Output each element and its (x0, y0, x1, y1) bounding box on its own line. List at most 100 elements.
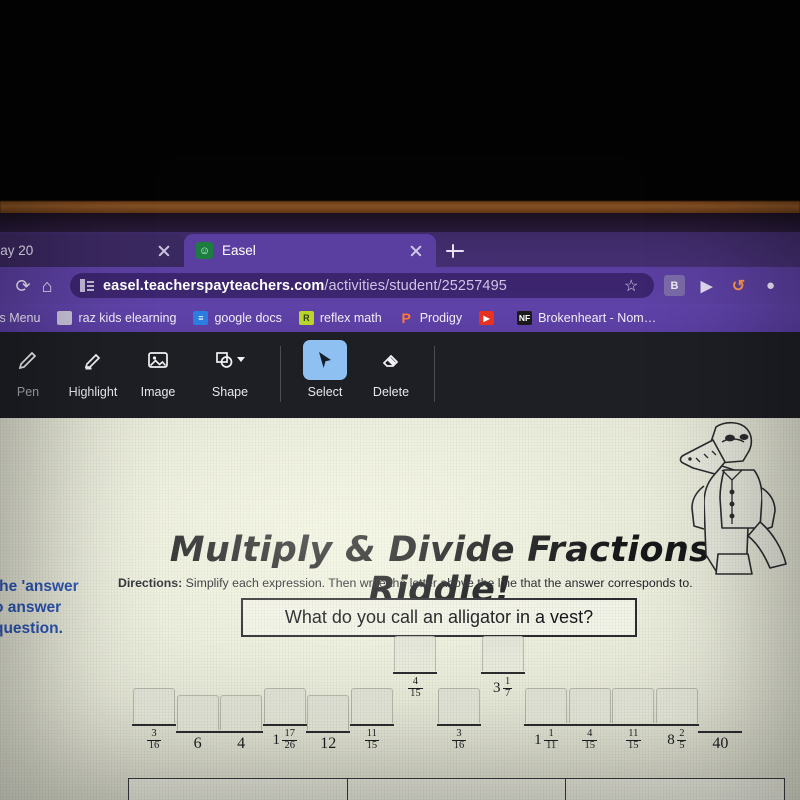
riddle-question-text: What do you call an alligator in a vest? (284, 607, 594, 627)
table-cell (566, 779, 784, 800)
answer-fraction: 17 26 (282, 728, 297, 752)
fraction-numerator: 1 (548, 728, 554, 740)
fraction-denominator: 15 (582, 740, 597, 752)
directions-text: Simplify each expression. Then write the… (185, 576, 693, 590)
tool-delete[interactable]: Delete (358, 340, 424, 408)
close-icon[interactable] (156, 243, 172, 259)
bookmarks-bar: ts Menu raz kids elearning ≡ google docs… (0, 304, 800, 332)
tool-shape[interactable]: Shape (197, 340, 263, 408)
answer-input-box[interactable] (263, 687, 306, 723)
tool-label: Delete (372, 385, 410, 399)
side-note-text: the 'answer o answer question. (0, 576, 114, 639)
answer-blank[interactable]: 12 (306, 694, 351, 753)
answer-blank[interactable]: 317 (480, 635, 525, 700)
answer-whole-number: 8 (667, 732, 675, 749)
answer-input-box[interactable] (481, 635, 524, 671)
bookmark-item-youtube[interactable]: ▶ (479, 311, 500, 325)
answer-input-box[interactable] (307, 694, 350, 730)
answer-value: 11 15 (626, 728, 641, 752)
answer-input-box[interactable] (568, 687, 611, 723)
answer-blank[interactable]: 3 16 (437, 687, 481, 752)
bookmark-item-prodigy[interactable]: P Prodigy (399, 310, 463, 326)
fraction-denominator: 5 (677, 740, 687, 752)
fraction-numerator: 4 (412, 676, 419, 688)
answer-blank[interactable]: 6 (175, 694, 220, 753)
bitmoji-extension-icon[interactable]: B (664, 275, 685, 296)
answer-line (219, 730, 264, 733)
tool-image[interactable]: Image (125, 340, 191, 408)
photo-of-laptop-screen: sday, May 20 ☺ Easel ⟳ ⌂ easel.teachersp… (0, 0, 800, 800)
browser-tab-active[interactable]: ☺ Easel (184, 234, 436, 267)
folder-icon (57, 311, 73, 325)
bookmark-label: reflex math (319, 311, 382, 325)
youtube-icon: ▶ (479, 311, 495, 325)
netflix-icon: NF (517, 311, 533, 325)
home-icon[interactable]: ⌂ (36, 275, 58, 297)
url-text: easel.teacherspayteachers.com/activities… (103, 278, 507, 294)
close-icon[interactable] (408, 243, 424, 259)
bookmark-star-icon[interactable]: ☆ (624, 276, 638, 296)
answer-value: 825 (667, 728, 687, 752)
new-tab-button[interactable] (444, 240, 466, 262)
tool-select[interactable]: Select (292, 340, 358, 408)
url-domain: easel.teacherspayteachers.com (103, 277, 325, 294)
fraction-numerator: 1 (504, 676, 511, 688)
bookmark-item-ts-menu[interactable]: ts Menu (0, 311, 40, 325)
history-extension-icon[interactable]: ↺ (728, 275, 749, 296)
answer-whole-number: 1 (534, 732, 542, 749)
fraction-denominator: 15 (626, 740, 641, 752)
answer-input-box[interactable] (220, 694, 263, 730)
bookmark-item-netflix[interactable]: NF Brokenheart - Nom… (517, 311, 656, 325)
answer-input-box[interactable] (350, 687, 393, 723)
answer-line (175, 730, 220, 733)
answer-input-box[interactable] (612, 687, 655, 723)
answer-input-box[interactable] (394, 635, 437, 671)
answer-blank[interactable]: 1 1 11 (524, 687, 569, 752)
answer-blank[interactable]: 4 15 (567, 687, 612, 752)
answer-blank[interactable]: 825 (654, 687, 699, 752)
answer-input-box[interactable] (133, 687, 175, 723)
tool-label: Select (307, 385, 343, 399)
chrome-browser-window: sday, May 20 ☺ Easel ⟳ ⌂ easel.teachersp… (0, 232, 800, 800)
tool-label: Highlight (68, 385, 118, 399)
address-bar[interactable]: easel.teacherspayteachers.com/activities… (70, 273, 654, 298)
pen-icon (6, 340, 50, 380)
answer-value: 1 1 11 (534, 728, 559, 752)
tab-title: sday, May 20 (0, 243, 34, 258)
browser-tab-inactive[interactable]: sday, May 20 (0, 234, 184, 267)
worksheet-canvas[interactable]: the 'answer o answer question. Multiply … (0, 418, 800, 800)
bookmark-item-raz-kids[interactable]: raz kids elearning (57, 311, 176, 325)
answer-blank[interactable]: 4 15 (393, 635, 438, 700)
fraction-numerator: 3 (456, 728, 462, 740)
bookmark-label: ts Menu (0, 311, 41, 325)
answer-value: 11 15 (364, 728, 380, 752)
answer-blank[interactable]: 40 (698, 695, 743, 753)
site-info-icon[interactable] (80, 279, 94, 292)
image-icon (136, 340, 180, 380)
share-extension-icon[interactable]: ▶ (696, 275, 717, 296)
answer-blank[interactable]: 11 15 (349, 687, 394, 752)
answer-value: 1 17 26 (272, 728, 297, 752)
answer-input-box[interactable] (655, 687, 698, 723)
bookmark-item-google-docs[interactable]: ≡ google docs (193, 311, 282, 325)
bookmark-item-reflex-math[interactable]: R reflex math (298, 311, 382, 325)
answer-whole-number: 1 (272, 732, 280, 749)
profile-avatar[interactable]: ● (760, 275, 781, 296)
answer-whole-number: 12 (320, 735, 337, 752)
answer-blank[interactable]: 4 (219, 694, 264, 753)
answer-blank[interactable]: 11 15 (611, 687, 656, 752)
answer-input-box[interactable] (525, 687, 568, 723)
answer-line (393, 671, 438, 675)
reload-icon[interactable]: ⟳ (12, 275, 34, 297)
answer-line (132, 723, 176, 727)
answer-blank[interactable]: 3 16 (132, 687, 176, 752)
answer-input-box[interactable] (176, 694, 219, 730)
tool-pen[interactable]: Pen (0, 340, 61, 408)
side-note-line: question. (0, 620, 63, 637)
answer-blank[interactable]: 1 17 26 (262, 687, 307, 752)
fraction-denominator: 15 (408, 688, 423, 700)
answer-fraction: 25 (677, 728, 687, 752)
tool-highlight[interactable]: Highlight (60, 340, 126, 408)
answer-whole-number: 40 (712, 735, 729, 752)
answer-input-box[interactable] (438, 687, 480, 723)
